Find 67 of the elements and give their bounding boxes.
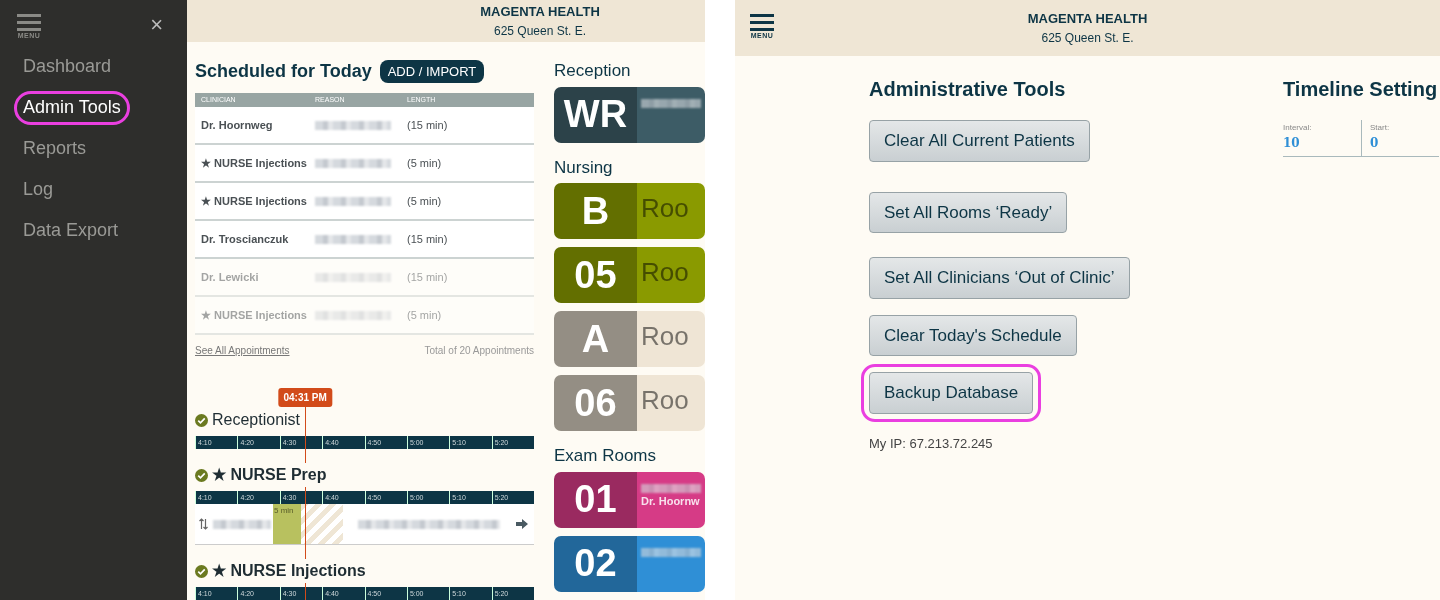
admin-action-button[interactable]: Clear Today's Schedule bbox=[869, 314, 1077, 356]
table-cell-text: (5 min) bbox=[407, 307, 443, 323]
appointment-block[interactable]: 5 min bbox=[272, 504, 301, 544]
clinic-name: MAGENTA HEALTH bbox=[480, 3, 600, 22]
clinic-name: MAGENTA HEALTH bbox=[1027, 10, 1148, 29]
clinic-address: 625 Queen St. E. bbox=[493, 22, 587, 40]
admin-action-button[interactable]: Backup Database bbox=[869, 372, 1034, 414]
appointment-row[interactable]: ★ NURSE Injections (5 min) bbox=[195, 145, 534, 183]
check-circle-icon bbox=[195, 564, 208, 578]
section-title: ★ NURSE Injections bbox=[212, 559, 366, 583]
menu-item[interactable]: Data Export bbox=[19, 218, 123, 242]
room-group-heading: Exam Rooms bbox=[554, 445, 658, 467]
menu-icon[interactable] bbox=[750, 14, 774, 31]
admin-action-button[interactable]: Set All Rooms ‘Ready’ bbox=[869, 191, 1068, 233]
room-code: 06 bbox=[554, 375, 637, 431]
close-button[interactable]: × bbox=[150, 14, 163, 36]
add-import-button[interactable]: ADD / IMPORT bbox=[379, 59, 485, 84]
section-heading: Administrative Tools bbox=[869, 77, 1066, 102]
room-code: 01 bbox=[554, 471, 637, 528]
menu-item[interactable]: Log bbox=[19, 177, 58, 201]
room-label: Roo bbox=[641, 385, 689, 415]
ip-address-text: My IP: 67.213.72.245 bbox=[869, 434, 993, 453]
schedule-heading: Scheduled for Today bbox=[195, 60, 372, 83]
appointment-row[interactable]: ★ NURSE Injections (5 min) bbox=[195, 183, 534, 221]
admin-action-button[interactable]: Clear All Current Patients bbox=[869, 120, 1090, 162]
table-cell-text: ★ NURSE Injections bbox=[200, 193, 308, 209]
admin-action-button[interactable]: Set All Clinicians ‘Out of Clinic’ bbox=[869, 257, 1130, 299]
field-label: Interval: bbox=[1283, 122, 1313, 134]
room-code: A bbox=[554, 311, 637, 367]
current-time-tag: 04:31 PM bbox=[278, 388, 332, 407]
section-title: ★ NURSE Prep bbox=[212, 463, 327, 487]
table-cell-text: ★ NURSE Injections bbox=[200, 155, 308, 171]
redacted-text-block bbox=[213, 520, 271, 529]
check-circle-icon bbox=[195, 413, 208, 427]
table-cell-text: (15 min) bbox=[407, 117, 449, 133]
room-group-heading: Reception bbox=[554, 60, 632, 82]
clinic-address: 625 Queen St. E. bbox=[1041, 29, 1134, 47]
arrow-right-icon[interactable] bbox=[516, 519, 528, 529]
appointment-row[interactable]: Dr. Hoornweg (15 min) bbox=[195, 107, 534, 145]
table-cell-text: Dr. Lewicki bbox=[200, 269, 260, 285]
table-cell-text: Dr. Troscianczuk bbox=[200, 231, 290, 247]
table-cell-text: (5 min) bbox=[407, 193, 443, 209]
room-group-heading: Nursing bbox=[554, 156, 614, 179]
table-cell-text: Dr. Hoornweg bbox=[200, 117, 274, 133]
check-circle-icon bbox=[195, 468, 208, 482]
appointment-row[interactable]: Dr. Troscianczuk (15 min) bbox=[195, 221, 534, 259]
room-label: Roo bbox=[641, 321, 689, 351]
swap-arrows-icon[interactable] bbox=[199, 518, 208, 530]
table-cell-text: (5 min) bbox=[407, 155, 443, 171]
clinician-name: Dr. Hoornw bbox=[641, 493, 701, 509]
appointment-total: Total of 20 Appointments bbox=[424, 344, 534, 358]
table-cell-text: (15 min) bbox=[407, 231, 449, 247]
room-code: B bbox=[554, 183, 637, 239]
room-code: WR bbox=[554, 86, 637, 143]
menu-item[interactable]: Admin Tools bbox=[19, 95, 125, 119]
section-heading: Timeline Setting bbox=[1283, 77, 1439, 102]
room-label: Roo bbox=[641, 193, 689, 223]
room-code: 02 bbox=[554, 535, 637, 592]
buffer-block bbox=[300, 504, 344, 544]
room-label: Roo bbox=[641, 257, 689, 287]
room-code: 05 bbox=[554, 247, 637, 303]
see-all-link[interactable]: See All Appointments bbox=[195, 343, 290, 358]
table-cell-text: (15 min) bbox=[407, 269, 449, 285]
menu-item[interactable]: Dashboard bbox=[19, 54, 116, 78]
field-label: Start: bbox=[1370, 122, 1391, 134]
menu-item[interactable]: Reports bbox=[19, 136, 91, 160]
table-cell-text: ★ NURSE Injections bbox=[200, 307, 308, 323]
